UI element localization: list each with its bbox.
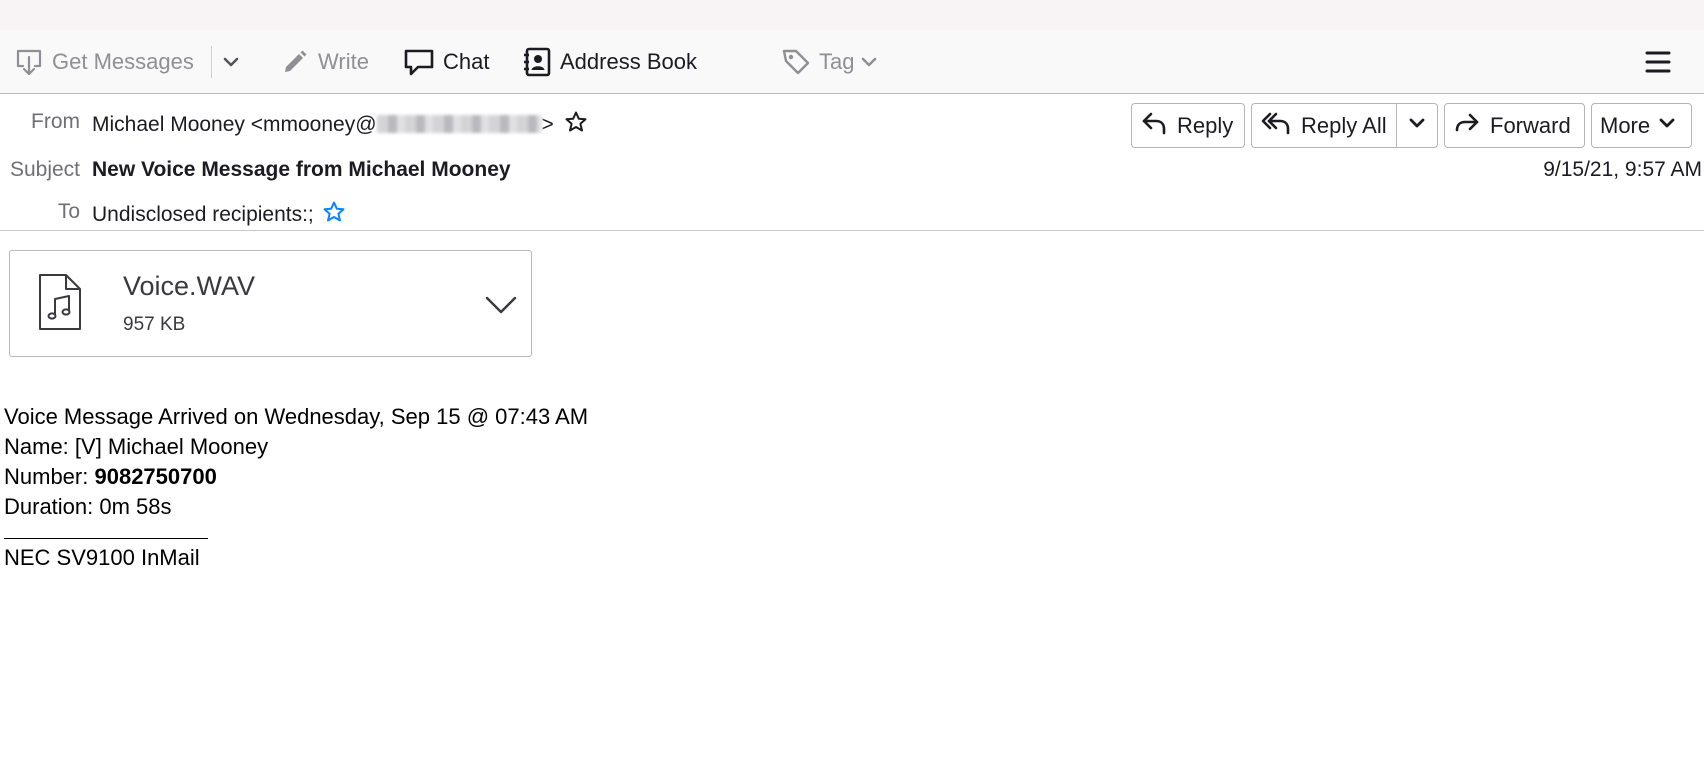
attachment-size: 957 KB bbox=[123, 314, 186, 335]
body-name-line: Name: [V] Michael Mooney bbox=[4, 434, 269, 459]
address-book-button[interactable]: Address Book bbox=[522, 45, 697, 79]
get-messages-button[interactable]: Get Messages bbox=[14, 45, 194, 79]
get-messages-label: Get Messages bbox=[52, 49, 194, 74]
address-book-label: Address Book bbox=[560, 49, 697, 74]
attachment-name: Voice.WAV bbox=[123, 271, 256, 301]
tag-label: Tag bbox=[819, 49, 855, 74]
attachment-card[interactable]: Voice.WAV 957 KB bbox=[9, 250, 532, 357]
more-label: More bbox=[1600, 112, 1651, 138]
reply-all-icon bbox=[1261, 110, 1291, 142]
body-arrival-line: Voice Message Arrived on Wednesday, Sep … bbox=[4, 404, 589, 429]
pencil-icon bbox=[280, 47, 310, 77]
chevron-down-icon bbox=[858, 51, 880, 73]
chat-label: Chat bbox=[443, 49, 490, 74]
forward-label: Forward bbox=[1490, 112, 1571, 138]
window-top-strip bbox=[0, 0, 1704, 30]
tag-button[interactable]: Tag bbox=[781, 45, 880, 79]
star-icon[interactable] bbox=[564, 110, 588, 140]
reply-all-dropdown[interactable] bbox=[1397, 103, 1437, 148]
download-icon bbox=[14, 47, 44, 77]
message-date: 9/15/21, 9:57 AM bbox=[1543, 158, 1702, 181]
from-label: From bbox=[31, 110, 80, 133]
to-label: To bbox=[57, 200, 80, 223]
chevron-down-icon bbox=[220, 51, 242, 73]
forward-arrow-icon bbox=[1454, 110, 1480, 142]
reply-icon bbox=[1141, 110, 1167, 142]
body-signature: NEC SV9100 InMail bbox=[4, 545, 200, 570]
from-address-close: > bbox=[541, 113, 554, 136]
more-button[interactable]: More bbox=[1591, 103, 1692, 148]
main-toolbar: Get Messages Write Chat Address Book Tag bbox=[0, 30, 1704, 94]
body-duration-line: Duration: 0m 58s bbox=[4, 494, 172, 519]
audio-file-icon bbox=[38, 273, 82, 336]
reply-button[interactable]: Reply bbox=[1131, 103, 1245, 148]
get-messages-dropdown[interactable] bbox=[220, 45, 242, 79]
message-body: Voice Message Arrived on Wednesday, Sep … bbox=[4, 402, 588, 573]
chat-button[interactable]: Chat bbox=[403, 45, 489, 79]
tag-icon bbox=[781, 47, 811, 77]
toolbar-separator bbox=[211, 46, 212, 78]
from-address: Michael Mooney <mmooney@ bbox=[92, 113, 377, 136]
number-value: 9082750700 bbox=[94, 464, 217, 489]
body-number-line: Number: 9082750700 bbox=[4, 462, 588, 492]
chevron-down-icon bbox=[1656, 112, 1678, 140]
app-menu-button[interactable] bbox=[1643, 45, 1673, 79]
from-value[interactable]: Michael Mooney <mmooney@ > bbox=[92, 110, 588, 140]
redacted-domain bbox=[376, 115, 542, 133]
to-value[interactable]: Undisclosed recipients:; bbox=[92, 200, 346, 230]
write-label: Write bbox=[318, 49, 369, 74]
forward-button[interactable]: Forward bbox=[1444, 103, 1585, 148]
subject-label: Subject bbox=[9, 158, 80, 181]
to-recipients: Undisclosed recipients:; bbox=[92, 203, 314, 226]
write-button[interactable]: Write bbox=[280, 45, 369, 79]
subject-value: New Voice Message from Michael Mooney bbox=[92, 158, 511, 181]
reply-all-label: Reply All bbox=[1301, 112, 1387, 138]
star-icon[interactable] bbox=[322, 200, 346, 230]
chevron-down-icon bbox=[1406, 112, 1428, 139]
number-label: Number: bbox=[4, 464, 95, 489]
chat-bubble-icon bbox=[403, 47, 435, 77]
hamburger-menu-icon bbox=[1643, 47, 1673, 77]
reply-label: Reply bbox=[1177, 112, 1234, 138]
header-divider bbox=[0, 230, 1704, 231]
signature-divider bbox=[4, 538, 208, 539]
address-book-icon bbox=[522, 46, 552, 78]
chevron-down-icon[interactable] bbox=[484, 287, 518, 326]
